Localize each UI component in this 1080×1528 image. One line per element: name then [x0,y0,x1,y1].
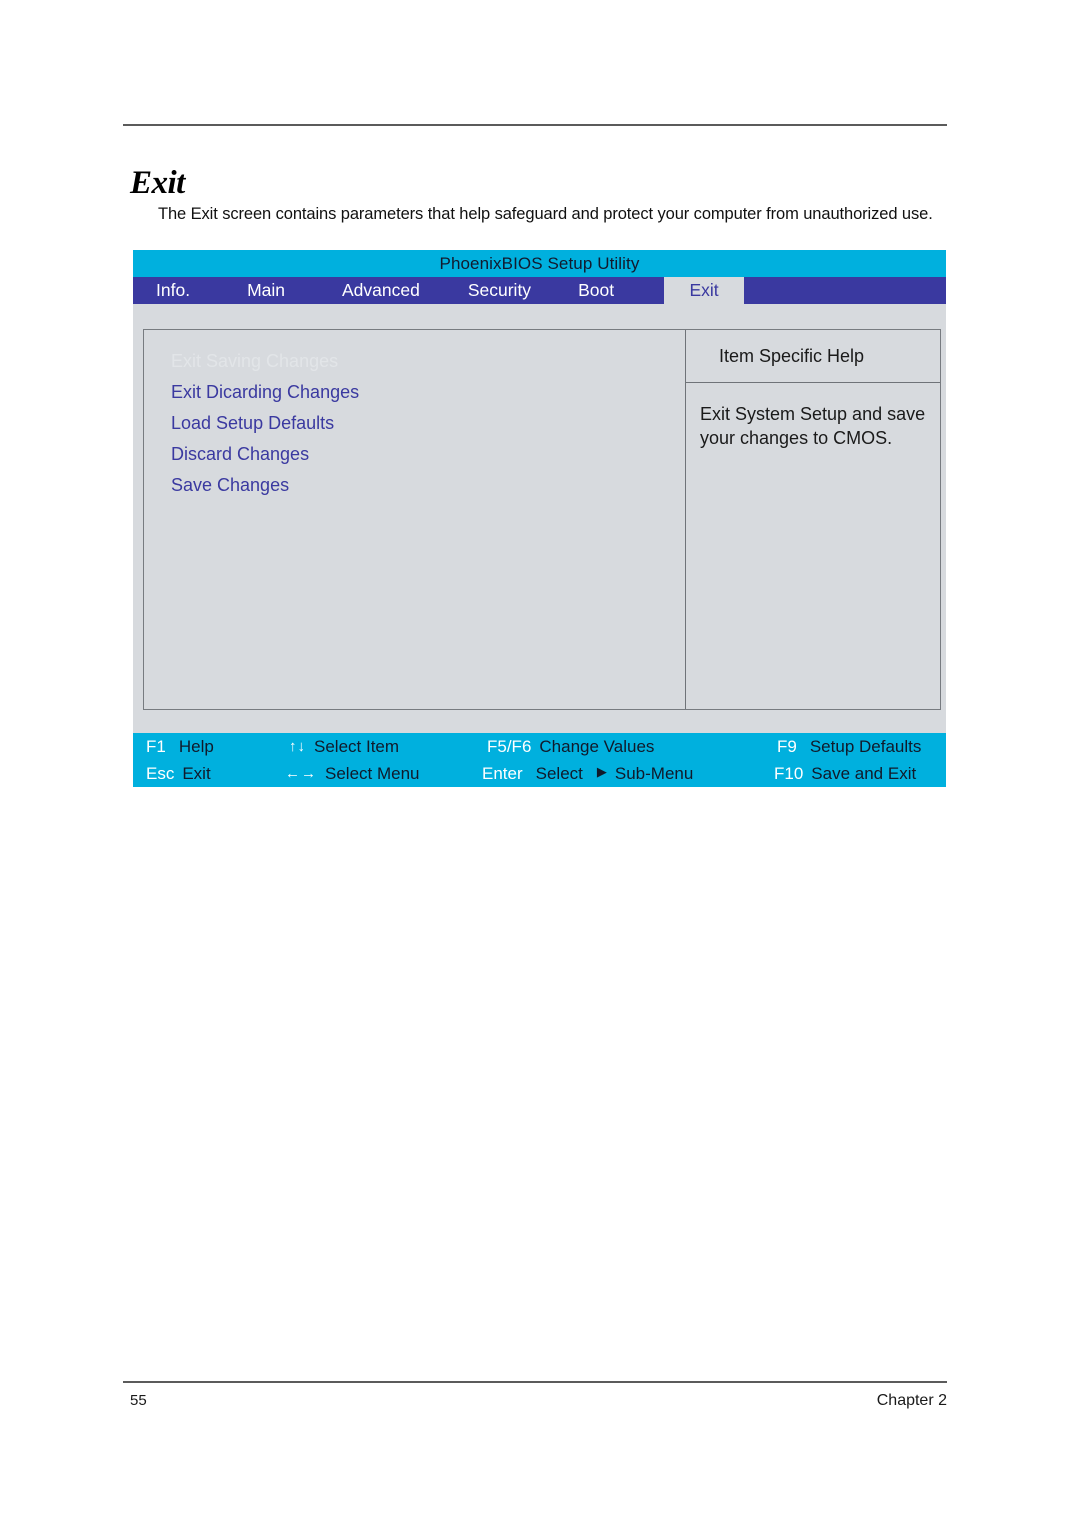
option-exit-discarding-changes[interactable]: Exit Dicarding Changes [171,383,661,401]
tab-security[interactable]: Security [420,277,531,304]
fkey-enter-key: Enter [482,763,523,783]
tab-exit[interactable]: Exit [664,277,745,304]
tab-security-label: Security [467,280,532,300]
fkey-f9-desc: Setup Defaults [809,736,922,756]
bios-title-bar: PhoenixBIOS Setup Utility [133,250,946,277]
fkey-enter-desc: Select [535,763,583,783]
option-save-changes[interactable]: Save Changes [171,476,661,494]
item-specific-help-title: Item Specific Help [719,345,865,366]
intro-paragraph: The Exit screen contains parameters that… [158,204,933,223]
tab-main-label: Main [247,280,285,300]
fkey-f1-help[interactable]: F1 Help [146,733,214,760]
document-page: Exit The Exit screen contains parameters… [0,0,1080,1528]
bios-function-key-bar: F1 Help ↑↓ Select Item F5/F6 Change Valu… [133,733,946,787]
option-exit-saving-changes[interactable]: Exit Saving Changes [171,352,661,370]
tab-boot[interactable]: Boot [531,277,614,304]
option-exit-saving-changes-label: Exit Saving Changes [171,351,339,371]
fkey-f5f6-change-values[interactable]: F5/F6 Change Values [487,733,654,760]
bios-inner-frame: Exit Saving Changes Exit Dicarding Chang… [143,329,941,710]
tab-boot-label: Boot [578,280,615,300]
option-discard-changes[interactable]: Discard Changes [171,445,661,463]
fkey-leftright-select-menu[interactable]: ←→ Select Menu [285,760,420,787]
tab-info-label: Info. [156,280,191,300]
fkey-esc-exit[interactable]: Esc Exit [146,760,211,787]
fkey-esc-key: Esc [146,763,175,783]
function-key-row-1: F1 Help ↑↓ Select Item F5/F6 Change Valu… [133,733,946,760]
fkey-f9-key: F9 [777,736,797,756]
fkey-f1-desc: Help [178,736,214,756]
fkey-f5f6-key: F5/F6 [487,736,532,756]
bios-menu-bar[interactable]: Info. Main Advanced Security Boot Exit [133,277,946,304]
bios-title: PhoenixBIOS Setup Utility [439,253,640,273]
fkey-esc-desc: Exit [182,763,211,783]
fkey-updown-select-item[interactable]: ↑↓ Select Item [289,733,399,760]
fkey-f10-key: F10 [774,763,804,783]
fkey-updown-desc: Select Item [314,736,400,756]
fkey-f9-setup-defaults[interactable]: F9 Setup Defaults [777,733,921,760]
left-right-arrow-icon: ←→ [285,765,317,782]
tab-info[interactable]: Info. [133,277,190,304]
fkey-f5f6-desc: Change Values [539,736,655,756]
header-rule [123,124,947,126]
footer-rule [123,1381,947,1383]
tab-main[interactable]: Main [190,277,285,304]
tab-advanced[interactable]: Advanced [285,277,420,304]
fkey-f10-desc: Save and Exit [811,763,917,783]
page-title: Exit [130,165,185,202]
option-exit-discarding-changes-label: Exit Dicarding Changes [171,382,360,402]
page-number: 55 [130,1392,147,1409]
tab-exit-label: Exit [689,280,719,300]
function-key-row-2: Esc Exit ←→ Select Menu Enter Select ▶ S… [133,760,946,787]
up-down-arrow-icon: ↑↓ [289,738,306,755]
item-specific-help-header: Item Specific Help [686,330,940,383]
bios-content-area: Exit Saving Changes Exit Dicarding Chang… [133,304,946,733]
option-save-changes-label: Save Changes [171,475,290,495]
tab-advanced-label: Advanced [342,280,420,300]
chapter-label: Chapter 2 [876,1392,947,1409]
bios-setup-screen: PhoenixBIOS Setup Utility Info. Main Adv… [133,250,946,787]
item-specific-help-body: Exit System Setup and save your changes … [686,383,940,709]
fkey-f1-key: F1 [146,736,166,756]
fkey-enter-submenu-label: Sub-Menu [614,763,694,783]
fkey-f10-save-and-exit[interactable]: F10 Save and Exit [774,760,916,787]
exit-options-list[interactable]: Exit Saving Changes Exit Dicarding Chang… [171,352,661,507]
option-discard-changes-label: Discard Changes [171,444,310,464]
fkey-leftright-desc: Select Menu [325,763,420,783]
sub-menu-triangle-icon: ▶ [596,763,607,779]
item-specific-help-text: Exit System Setup and save your changes … [700,404,926,448]
option-load-setup-defaults-label: Load Setup Defaults [171,413,335,433]
fkey-enter-select-submenu[interactable]: Enter Select ▶ Sub-Menu [482,760,693,787]
option-load-setup-defaults[interactable]: Load Setup Defaults [171,414,661,432]
